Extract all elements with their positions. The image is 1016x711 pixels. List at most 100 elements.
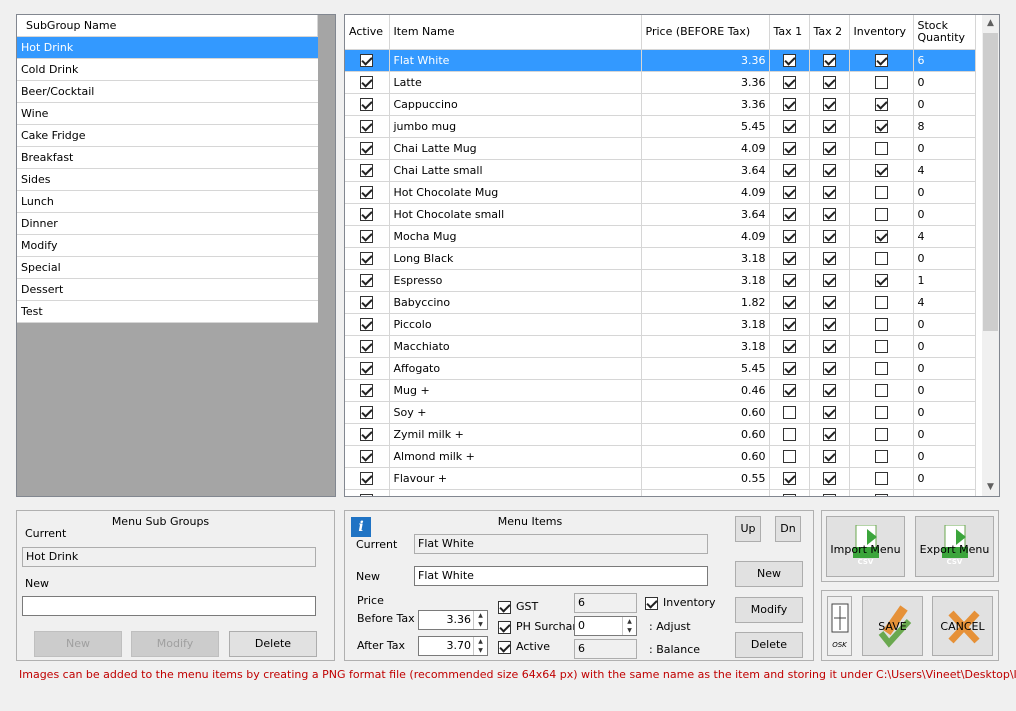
item-name-cell[interactable]: Almond milk + [389,445,642,468]
item-name-cell[interactable]: Soy + [389,401,642,424]
subgroup-row[interactable]: Beer/Cocktail [17,81,318,103]
tax1-cell[interactable] [769,313,810,336]
active-cell[interactable] [345,313,390,336]
tax1-cell[interactable] [769,379,810,402]
stock-cell[interactable]: 0 [913,93,976,116]
price-cell[interactable]: 4.09 [641,137,770,160]
before-tax-spinner[interactable]: 3.36 ▲ ▼ [418,610,488,630]
inventory-cell[interactable] [849,225,914,248]
cancel-button[interactable]: CANCEL [932,596,993,656]
active-check-icon[interactable] [360,141,374,155]
tax2-check-icon[interactable] [822,207,836,221]
price-cell[interactable]: 0.55 [641,467,770,490]
item-name-cell[interactable]: Hot Chocolate Mug [389,181,642,204]
subgroup-row[interactable]: Sides [17,169,318,191]
table-row[interactable]: Chai Latte small 3.64 4 [345,159,976,182]
tax1-check-icon[interactable] [782,273,796,287]
inventory-checkbox[interactable]: Inventory [645,596,716,610]
tax2-check-icon[interactable] [822,427,836,441]
tax1-check-icon[interactable] [782,163,796,177]
item-name-cell[interactable]: Chai Latte Mug [389,137,642,160]
sub-group-new-input[interactable] [22,596,316,616]
active-check-icon[interactable] [360,185,374,199]
price-cell[interactable]: 3.36 [641,49,770,72]
tax2-cell[interactable] [809,247,850,270]
active-cell[interactable] [345,71,390,94]
inventory-cell[interactable] [849,269,914,292]
stock-cell[interactable]: 6 [913,49,976,72]
active-cell[interactable] [345,115,390,138]
sub-group-modify-button[interactable]: Modify [131,631,219,657]
stock-cell[interactable]: 0 [913,247,976,270]
item-name-cell[interactable]: Cappuccino [389,93,642,116]
stock-cell[interactable]: 0 [913,357,976,380]
tax2-cell[interactable] [809,49,850,72]
price-cell[interactable]: 5.45 [641,357,770,380]
active-cell[interactable] [345,49,390,72]
item-name-cell[interactable]: Mocha Mug [389,225,642,248]
active-cell[interactable] [345,269,390,292]
subgroup-row[interactable]: Cold Drink [17,59,318,81]
tax2-check-icon[interactable] [822,295,836,309]
inventory-check-icon[interactable] [874,97,888,111]
tax1-check-icon[interactable] [782,53,796,67]
price-cell[interactable]: 0.60 [641,401,770,424]
tax1-cell[interactable] [769,247,810,270]
price-cell[interactable]: 3.18 [641,335,770,358]
stock-cell[interactable]: 4 [913,225,976,248]
col-header-inventory[interactable]: Inventory [849,15,914,50]
tax1-check-icon[interactable] [782,405,796,419]
tax1-cell[interactable] [769,423,810,446]
inventory-cell[interactable] [849,115,914,138]
active-check-icon[interactable] [360,273,374,287]
tax1-cell[interactable] [769,269,810,292]
tax2-cell[interactable] [809,313,850,336]
tax2-cell[interactable] [809,269,850,292]
tax1-check-icon[interactable] [782,449,796,463]
tax2-cell[interactable] [809,159,850,182]
table-row[interactable]: Flat White 3.36 6 [345,49,976,72]
tax2-cell[interactable] [809,357,850,380]
tax1-cell[interactable] [769,467,810,490]
stock-cell[interactable]: 0 [913,401,976,424]
subgroup-row[interactable]: Hot Drink [17,37,318,59]
sub-group-delete-button[interactable]: Delete [229,631,317,657]
table-row[interactable]: Chai Latte Mug 4.09 0 [345,137,976,160]
active-check-icon[interactable] [360,97,374,111]
tax2-cell[interactable] [809,379,850,402]
stock-cell[interactable]: 8 [913,115,976,138]
item-name-cell[interactable]: Macchiato [389,335,642,358]
tax1-cell[interactable] [769,203,810,226]
active-cell[interactable] [345,467,390,490]
tax1-check-icon[interactable] [782,339,796,353]
price-cell[interactable]: 3.64 [641,203,770,226]
tax2-cell[interactable] [809,423,850,446]
active-check-icon[interactable] [498,640,511,654]
price-cell[interactable]: 5.45 [641,115,770,138]
item-name-cell[interactable]: Affogato [389,357,642,380]
inventory-cell[interactable] [849,335,914,358]
price-cell[interactable]: 0.60 [641,445,770,468]
active-check-icon[interactable] [360,207,374,221]
inventory-cell[interactable] [849,203,914,226]
table-row[interactable]: Extra Shot0.55 0 [345,489,976,496]
inventory-cell[interactable] [849,467,914,490]
active-check-icon[interactable] [360,383,374,397]
item-name-cell[interactable]: Zymil milk + [389,423,642,446]
stock-cell[interactable]: 0 [913,467,976,490]
stock-cell[interactable]: 4 [913,159,976,182]
spinner-arrows-icon[interactable]: ▲ ▼ [622,617,636,635]
item-name-cell[interactable]: Hot Chocolate small [389,203,642,226]
subgroup-row[interactable]: Cake Fridge [17,125,318,147]
table-row[interactable]: Long Black 3.18 0 [345,247,976,270]
inventory-check-icon[interactable] [874,273,888,287]
active-cell[interactable] [345,181,390,204]
gst-checkbox[interactable]: GST [498,600,538,614]
active-cell[interactable] [345,379,390,402]
tax1-cell[interactable] [769,357,810,380]
item-name-cell[interactable]: Chai Latte small [389,159,642,182]
inventory-cell[interactable] [849,137,914,160]
inventory-cell[interactable] [849,93,914,116]
table-row[interactable]: Hot Chocolate Mug 4.09 0 [345,181,976,204]
gst-check-icon[interactable] [498,600,511,614]
